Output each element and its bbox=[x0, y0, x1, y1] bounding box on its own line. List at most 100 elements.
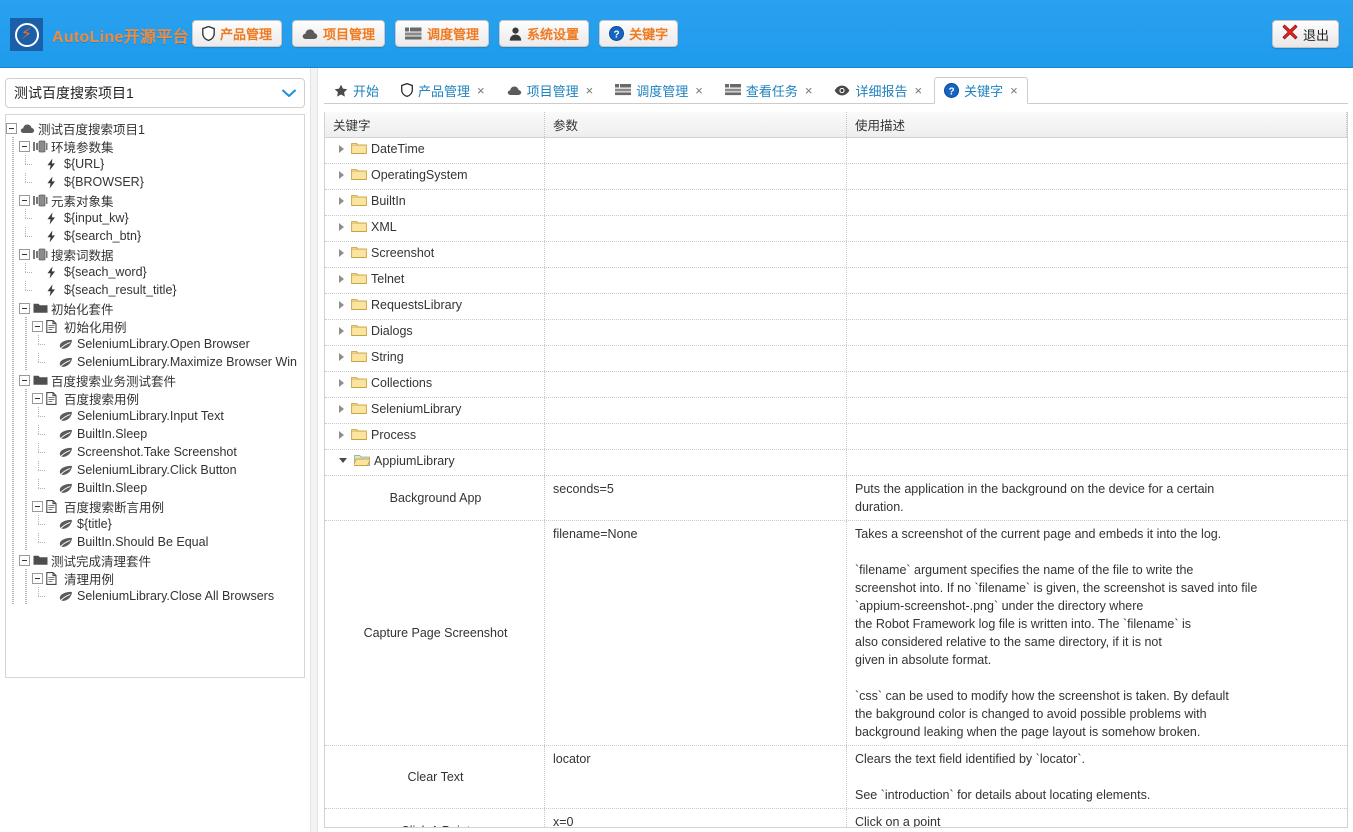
cell-keyword[interactable]: Collections bbox=[325, 372, 545, 397]
cell-params[interactable] bbox=[545, 190, 847, 215]
chevron-down-icon[interactable] bbox=[282, 87, 296, 100]
tree-node[interactable]: ${URL} bbox=[6, 155, 304, 173]
tree-node[interactable]: 元素对象集 bbox=[6, 191, 304, 209]
cell-keyword[interactable]: Dialogs bbox=[325, 320, 545, 345]
tab-5[interactable]: 详细报告× bbox=[824, 76, 932, 103]
folder-row[interactable]: BuiltIn bbox=[333, 194, 406, 208]
cell-keyword[interactable]: Capture Page Screenshot bbox=[325, 521, 545, 745]
chevron-right-icon[interactable] bbox=[339, 431, 344, 439]
tab-6[interactable]: ?关键字× bbox=[934, 77, 1028, 104]
cell-keyword[interactable]: Background App bbox=[325, 476, 545, 520]
tree-collapse-toggle[interactable] bbox=[6, 123, 17, 134]
tree-node[interactable]: 搜索词数据 bbox=[6, 245, 304, 263]
folder-row[interactable]: SeleniumLibrary bbox=[333, 402, 461, 416]
table-row[interactable]: Screenshot bbox=[325, 242, 1347, 268]
chevron-right-icon[interactable] bbox=[339, 301, 344, 309]
cell-description[interactable]: Clears the text field identified by `loc… bbox=[847, 746, 1347, 808]
table-row[interactable]: SeleniumLibrary bbox=[325, 398, 1347, 424]
tree-node[interactable]: SeleniumLibrary.Input Text bbox=[6, 407, 304, 425]
folder-row[interactable]: AppiumLibrary bbox=[333, 454, 455, 468]
cell-params[interactable]: x=0 y=0 bbox=[545, 809, 847, 828]
cell-keyword[interactable]: Process bbox=[325, 424, 545, 449]
chevron-right-icon[interactable] bbox=[339, 327, 344, 335]
tree-node[interactable]: 环境参数集 bbox=[6, 137, 304, 155]
chevron-right-icon[interactable] bbox=[339, 405, 344, 413]
cell-description[interactable] bbox=[847, 398, 1347, 423]
cell-description[interactable] bbox=[847, 450, 1347, 475]
tree-node[interactable]: ${input_kw} bbox=[6, 209, 304, 227]
project-tree[interactable]: 测试百度搜索项目1环境参数集${URL}${BROWSER}元素对象集${inp… bbox=[5, 114, 305, 678]
tab-close-icon[interactable]: × bbox=[477, 83, 485, 98]
tree-collapse-toggle[interactable] bbox=[32, 501, 43, 512]
cell-description[interactable] bbox=[847, 164, 1347, 189]
cell-description[interactable] bbox=[847, 294, 1347, 319]
tab-close-icon[interactable]: × bbox=[1010, 83, 1018, 98]
cell-params[interactable] bbox=[545, 450, 847, 475]
table-row[interactable]: RequestsLibrary bbox=[325, 294, 1347, 320]
tree-collapse-toggle[interactable] bbox=[19, 555, 30, 566]
table-row[interactable]: Capture Page Screenshotfilename=NoneTake… bbox=[325, 521, 1347, 746]
cell-description[interactable] bbox=[847, 138, 1347, 163]
tab-close-icon[interactable]: × bbox=[586, 83, 594, 98]
tree-collapse-toggle[interactable] bbox=[19, 141, 30, 152]
table-row[interactable]: Collections bbox=[325, 372, 1347, 398]
cell-keyword[interactable]: Telnet bbox=[325, 268, 545, 293]
folder-row[interactable]: OperatingSystem bbox=[333, 168, 468, 182]
tree-node[interactable]: SeleniumLibrary.Close All Browsers bbox=[6, 587, 304, 605]
folder-row[interactable]: DateTime bbox=[333, 142, 425, 156]
cell-params[interactable] bbox=[545, 164, 847, 189]
cell-keyword[interactable]: Screenshot bbox=[325, 242, 545, 267]
table-row[interactable]: DateTime bbox=[325, 138, 1347, 164]
tree-node[interactable]: 测试完成清理套件 bbox=[6, 551, 304, 569]
tree-node[interactable]: SeleniumLibrary.Maximize Browser Win bbox=[6, 353, 304, 371]
table-row[interactable]: Process bbox=[325, 424, 1347, 450]
cell-description[interactable] bbox=[847, 216, 1347, 241]
cell-description[interactable]: Click on a point bbox=[847, 809, 1347, 828]
tab-close-icon[interactable]: × bbox=[914, 83, 922, 98]
table-row[interactable]: Background Appseconds=5Puts the applicat… bbox=[325, 476, 1347, 521]
cell-params[interactable] bbox=[545, 346, 847, 371]
tab-2[interactable]: 项目管理× bbox=[497, 76, 604, 103]
tree-collapse-toggle[interactable] bbox=[19, 303, 30, 314]
logout-button[interactable]: 退出 bbox=[1272, 20, 1339, 48]
chevron-down-icon[interactable] bbox=[339, 458, 347, 463]
tree-collapse-toggle[interactable] bbox=[19, 249, 30, 260]
cell-params[interactable] bbox=[545, 268, 847, 293]
cell-keyword[interactable]: SeleniumLibrary bbox=[325, 398, 545, 423]
cell-keyword[interactable]: XML bbox=[325, 216, 545, 241]
table-row[interactable]: BuiltIn bbox=[325, 190, 1347, 216]
column-header-params[interactable]: 参数 bbox=[545, 112, 847, 137]
cell-description[interactable] bbox=[847, 320, 1347, 345]
tree-node[interactable]: SeleniumLibrary.Open Browser bbox=[6, 335, 304, 353]
tab-0[interactable]: 开始 bbox=[324, 76, 389, 103]
nav-button-keywords[interactable]: ? 关键字 bbox=[599, 20, 678, 47]
cell-keyword[interactable]: String bbox=[325, 346, 545, 371]
cell-keyword[interactable]: AppiumLibrary bbox=[325, 450, 545, 475]
table-row[interactable]: OperatingSystem bbox=[325, 164, 1347, 190]
table-row[interactable]: Click A Pointx=0 y=0Click on a point bbox=[325, 809, 1347, 828]
chevron-right-icon[interactable] bbox=[339, 145, 344, 153]
keyword-grid[interactable]: 关键字 参数 使用描述 DateTimeOperatingSystemBuilt… bbox=[324, 112, 1348, 828]
table-row[interactable]: XML bbox=[325, 216, 1347, 242]
tree-collapse-toggle[interactable] bbox=[32, 393, 43, 404]
cell-keyword[interactable]: DateTime bbox=[325, 138, 545, 163]
folder-row[interactable]: Collections bbox=[333, 376, 432, 390]
project-select[interactable]: 测试百度搜索项目1 bbox=[5, 78, 305, 108]
cell-description[interactable] bbox=[847, 190, 1347, 215]
tree-node[interactable]: 百度搜索用例 bbox=[6, 389, 304, 407]
tree-collapse-toggle[interactable] bbox=[32, 573, 43, 584]
cell-description[interactable] bbox=[847, 242, 1347, 267]
cell-params[interactable] bbox=[545, 216, 847, 241]
tree-node[interactable]: BuiltIn.Sleep bbox=[6, 425, 304, 443]
tree-node[interactable]: BuiltIn.Should Be Equal bbox=[6, 533, 304, 551]
tab-close-icon[interactable]: × bbox=[695, 83, 703, 98]
tree-node[interactable]: ${seach_word} bbox=[6, 263, 304, 281]
folder-row[interactable]: XML bbox=[333, 220, 397, 234]
tree-collapse-toggle[interactable] bbox=[32, 321, 43, 332]
cell-keyword[interactable]: RequestsLibrary bbox=[325, 294, 545, 319]
chevron-right-icon[interactable] bbox=[339, 249, 344, 257]
tree-node[interactable]: 测试百度搜索项目1 bbox=[6, 119, 304, 137]
folder-row[interactable]: RequestsLibrary bbox=[333, 298, 462, 312]
cell-params[interactable]: seconds=5 bbox=[545, 476, 847, 520]
tree-node[interactable]: 初始化用例 bbox=[6, 317, 304, 335]
